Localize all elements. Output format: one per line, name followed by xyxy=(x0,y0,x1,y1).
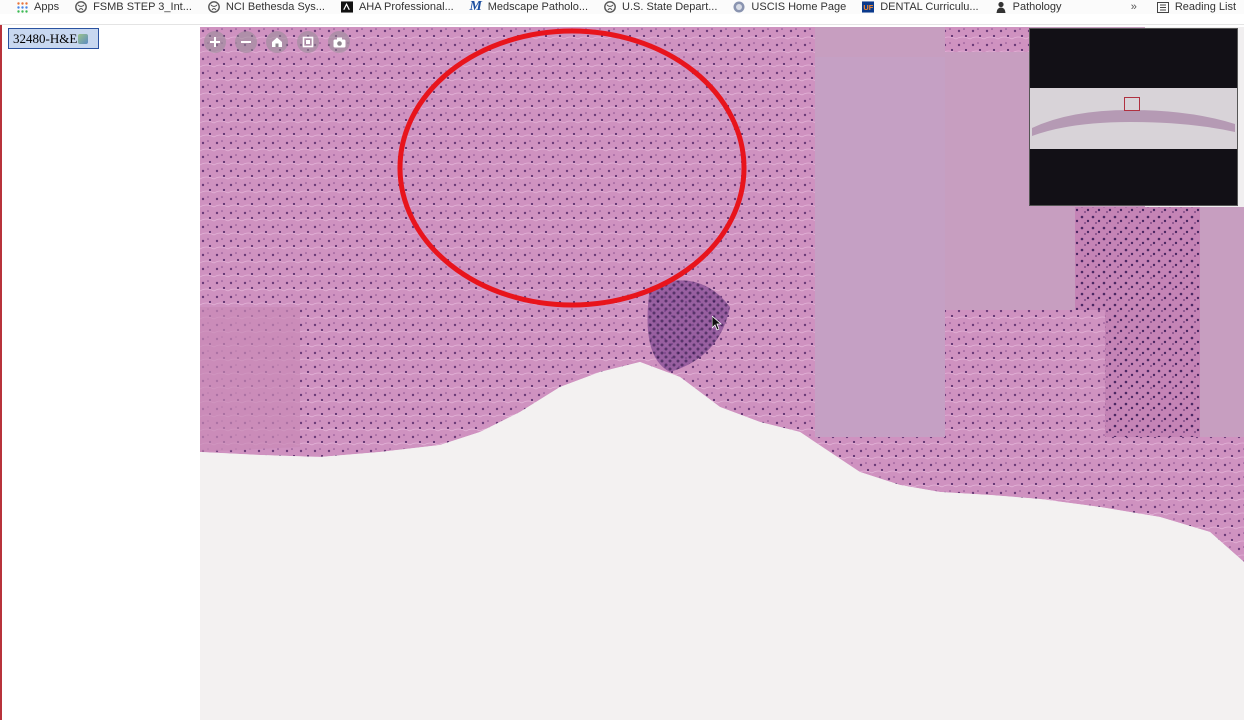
slide-label-text: 32480-H&E xyxy=(13,30,78,46)
bookmarks-overflow-button[interactable]: » xyxy=(1131,1,1137,13)
reading-list-icon[interactable] xyxy=(1156,1,1169,13)
camera-icon xyxy=(333,37,346,48)
bookmark-label: Pathology xyxy=(1012,1,1062,13)
fullscreen-button[interactable] xyxy=(297,31,319,53)
uscis-seal-icon xyxy=(733,1,745,13)
bookmark-state-dept[interactable]: U.S. State Depart... xyxy=(604,1,717,13)
uf-logo-icon: UF xyxy=(862,1,875,13)
bookmark-fsmb[interactable]: FSMB STEP 3_Int... xyxy=(75,1,192,13)
globe-icon xyxy=(604,1,616,13)
bookmark-label: U.S. State Depart... xyxy=(622,1,718,13)
bookmark-uscis[interactable]: USCIS Home Page xyxy=(733,1,846,13)
minus-icon xyxy=(240,36,252,48)
mouse-cursor-icon xyxy=(711,315,723,336)
slide-viewer[interactable] xyxy=(200,27,1244,720)
home-icon xyxy=(271,36,283,48)
slide-link[interactable]: 32480-H&E xyxy=(8,28,99,49)
aha-logo-icon xyxy=(340,1,353,13)
slide-thumbnail-icon xyxy=(78,33,89,44)
bookmark-label: AHA Professional... xyxy=(358,1,454,13)
bookmark-apps[interactable]: Apps xyxy=(16,1,59,13)
globe-icon xyxy=(208,1,220,13)
bookmark-label: DENTAL Curriculu... xyxy=(880,1,979,13)
bookmark-label: NCI Bethesda Sys... xyxy=(225,1,325,13)
bookmark-label: Medscape Patholo... xyxy=(487,1,589,13)
slide-list-panel xyxy=(2,25,200,720)
bookmark-label: USCIS Home Page xyxy=(751,1,847,13)
globe-icon xyxy=(75,1,87,13)
bookmark-nci[interactable]: NCI Bethesda Sys... xyxy=(208,1,325,13)
bookmark-aha[interactable]: AHA Professional... xyxy=(340,1,454,13)
bookmark-medscape[interactable]: M Medscape Patholo... xyxy=(469,0,589,14)
viewer-toolbar xyxy=(204,31,350,53)
screenshot-button[interactable] xyxy=(328,31,350,53)
navigator-minimap[interactable] xyxy=(1029,28,1238,206)
bookmark-dental[interactable]: UF DENTAL Curriculu... xyxy=(862,1,979,13)
bookmark-pathology[interactable]: Pathology xyxy=(995,1,1062,13)
navigator-viewport-box[interactable] xyxy=(1124,97,1140,111)
zoom-in-button[interactable] xyxy=(204,31,226,53)
plus-icon xyxy=(209,36,221,48)
zoom-out-button[interactable] xyxy=(235,31,257,53)
bookmarks-bar: Apps FSMB STEP 3_Int... NCI Bethesda Sys… xyxy=(0,0,1244,14)
svg-text:UF: UF xyxy=(864,3,874,12)
fullscreen-icon xyxy=(302,36,314,48)
bookmark-label: Apps xyxy=(34,1,60,13)
bookmarks-right: » Reading List xyxy=(1131,0,1236,14)
apps-grid-icon xyxy=(16,1,28,13)
bookmark-label: FSMB STEP 3_Int... xyxy=(93,1,192,13)
medscape-logo-icon: M xyxy=(469,0,482,14)
reading-list-label[interactable]: Reading List xyxy=(1175,1,1236,13)
home-button[interactable] xyxy=(266,31,288,53)
person-icon xyxy=(995,1,1007,13)
